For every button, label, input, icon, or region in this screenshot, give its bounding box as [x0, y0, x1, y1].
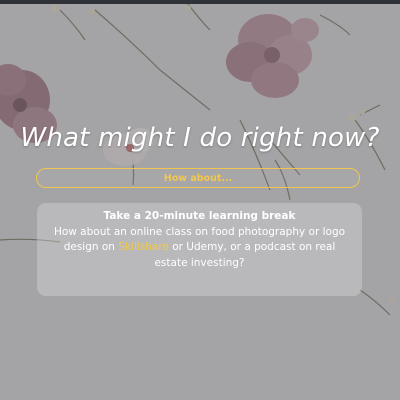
- skillshare-link[interactable]: Skillshare: [118, 241, 169, 253]
- how-about-button[interactable]: How about...: [36, 168, 360, 188]
- suggestion-title: Take a 20-minute learning break: [103, 210, 296, 222]
- app-screen: What might I do right now? How about... …: [0, 0, 400, 400]
- question-heading: What might I do right now?: [20, 123, 380, 153]
- dim-overlay: [0, 0, 400, 400]
- suggestion-card: Take a 20-minute learning break How abou…: [37, 203, 362, 296]
- top-bar: [0, 0, 400, 4]
- suggestion-text-after: or Udemy, or a podcast on real estate in…: [154, 241, 336, 269]
